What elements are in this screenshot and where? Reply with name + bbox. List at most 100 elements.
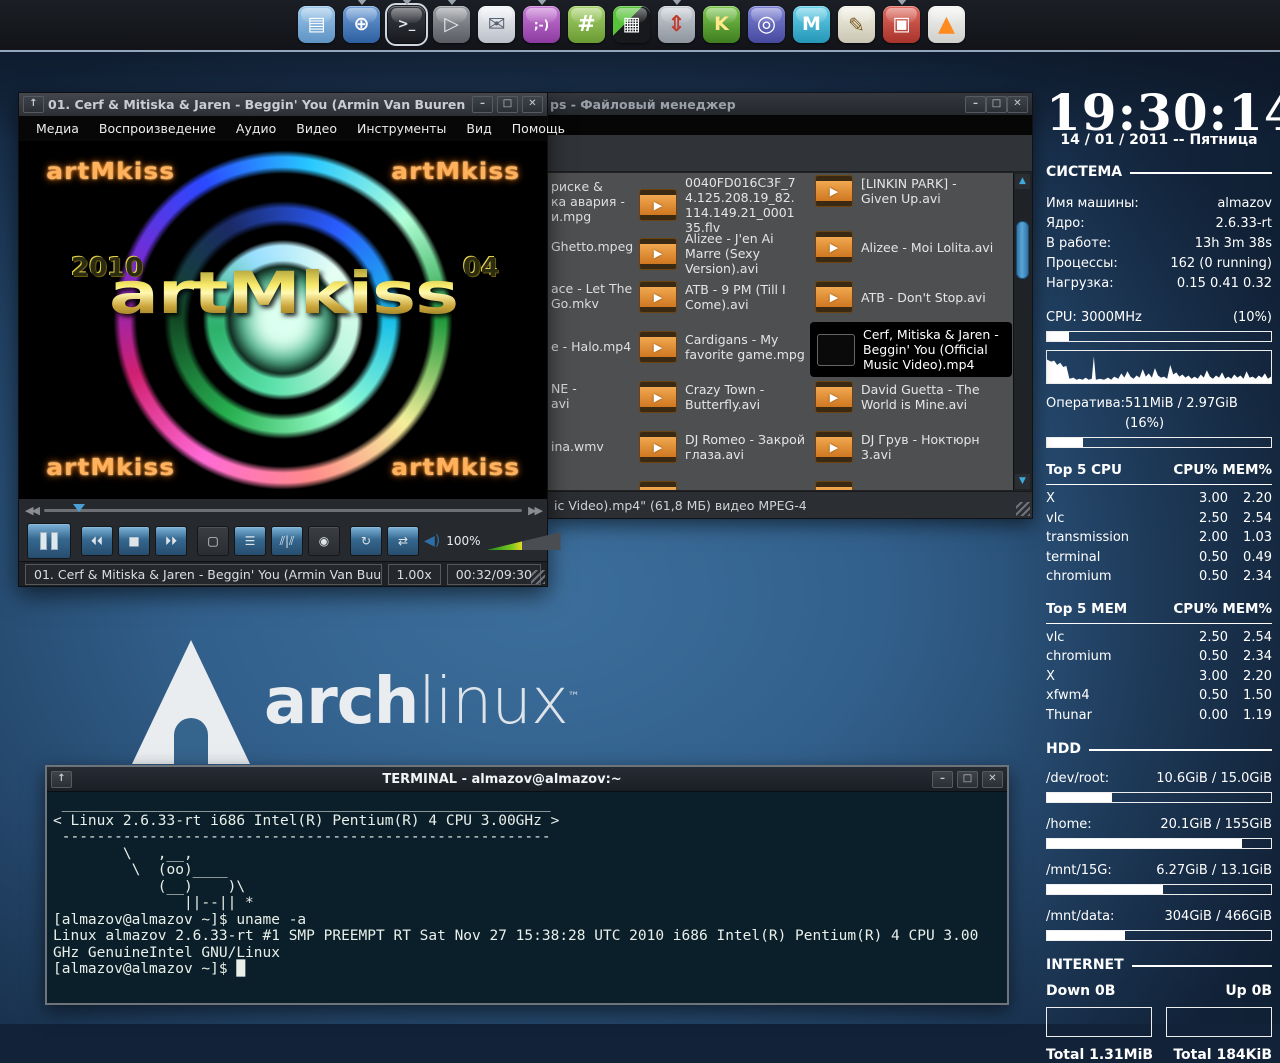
terminal-titlebar[interactable]: ↑ TERMINAL - almazov@almazov:~ – □ ✕	[47, 767, 1007, 792]
next-button[interactable]: ⏵⏵	[155, 526, 187, 556]
dock-icon-network-places[interactable]: ⊕	[343, 6, 380, 43]
dock-icon-terminal[interactable]: >_	[388, 6, 425, 43]
file-item[interactable]: [LINKIN PARK] - Given Up.avi	[815, 175, 993, 207]
file-item-fragment[interactable]: ace - Let The Go.mkv	[551, 281, 632, 311]
previous-button[interactable]: ⏴⏴	[81, 526, 113, 556]
menu-media[interactable]: Медиа	[27, 121, 88, 136]
vlc-titlebar[interactable]: ↑ 01. Cerf & Mitiska & Jaren - Beggin' Y…	[19, 93, 547, 116]
pause-button[interactable]	[27, 523, 71, 559]
file-item[interactable]: DJ Грув - Ноктюрн 3.avi	[815, 431, 1001, 463]
maximize-button[interactable]: □	[497, 96, 518, 113]
file-item[interactable]	[639, 481, 809, 491]
file-item[interactable]: ATB - 9 PM (Till I Come).avi	[639, 281, 809, 313]
dock-icon-package-manager[interactable]: ▣	[883, 6, 920, 43]
minimize-button[interactable]: –	[472, 96, 493, 113]
file-manager-titlebar[interactable]: ps - Файловый менеджер – □ ✕	[546, 93, 1032, 115]
loop-icon: ↻	[361, 534, 371, 548]
scrollbar[interactable]: ▲ ▼	[1013, 173, 1031, 490]
dock-icon-system-monitor[interactable]: M	[793, 6, 830, 43]
scroll-up-icon[interactable]: ▲	[1015, 174, 1030, 189]
seek-thumb[interactable]	[73, 504, 85, 518]
dock-icon-irc[interactable]: #	[568, 6, 605, 43]
art-center-title: 2010 04 artMkiss	[53, 259, 513, 327]
file-item-fragment[interactable]: NE - avi	[551, 381, 577, 411]
statusbar-text: ic Video).mp4" (61,8 МБ) видео MPEG-4	[554, 498, 807, 513]
dock-icon-notes[interactable]: ✎	[838, 6, 875, 43]
file-item[interactable]: David Guetta - The World is Mine.avi	[815, 381, 1001, 413]
seek-back-icon[interactable]: ◀◀	[25, 504, 38, 517]
resize-grip[interactable]	[531, 570, 545, 584]
vlc-menubar: Медиа Воспроизведение Аудио Видео Инстру…	[19, 116, 547, 141]
menu-tools[interactable]: Инструменты	[348, 121, 455, 136]
terminal-screen[interactable]: ________________________________________…	[47, 792, 1007, 982]
speaker-icon[interactable]: ◀)	[424, 533, 440, 549]
dock-icon-messenger[interactable]: ;-)	[523, 6, 560, 43]
maximize-button[interactable]: □	[986, 96, 1007, 113]
terminal-text: ________________________________________…	[53, 796, 1001, 978]
shade-button[interactable]: ↑	[51, 771, 72, 788]
volume-slider[interactable]	[487, 532, 561, 550]
close-button[interactable]: ✕	[982, 771, 1003, 788]
minimize-button[interactable]: –	[932, 771, 953, 788]
stop-button[interactable]: ■	[118, 526, 150, 556]
video-file-icon	[639, 431, 677, 463]
file-item-fragment[interactable]: e - Halo.mp4	[551, 339, 631, 354]
shuffle-button[interactable]: ⇄	[387, 526, 419, 556]
playlist-button[interactable]: ☰	[234, 526, 266, 556]
file-item[interactable]: DJ Romeo - Закрой глаза.avi	[639, 431, 809, 463]
fullscreen-button[interactable]: ▢	[197, 526, 229, 556]
file-item[interactable]: 0040FD016C3F_74.125.208.19_82.114.149.21…	[639, 175, 801, 235]
folder-icon: ▤	[308, 15, 326, 34]
dock-icon-vlc[interactable]: ▲	[928, 6, 965, 43]
file-item[interactable]: Alizee - J'en Ai Marre (Sexy Version).av…	[639, 231, 809, 276]
file-item[interactable]: Crazy Town - Butterfly.avi	[639, 381, 809, 413]
seek-slider[interactable]	[44, 509, 522, 512]
dock-icon-media-player[interactable]: ▷	[433, 6, 470, 43]
file-list[interactable]: риске & ка авария - и.mpg Ghetto.mpeg ac…	[546, 172, 1032, 491]
scrollbar-thumb[interactable]	[1016, 221, 1029, 279]
file-item-fragment[interactable]: ina.wmv	[551, 439, 604, 454]
video-display[interactable]: artMkiss artMkiss artMkiss artMkiss 2010…	[19, 141, 547, 499]
dock-icon-web-browser[interactable]: ◎	[748, 6, 785, 43]
dock-icon-mail[interactable]: ✉	[478, 6, 515, 43]
maximize-button[interactable]: □	[957, 771, 978, 788]
desktop-wallpaper: ▤ ⊕ >_ ▷ ✉ ;-) # ▦ ⇕ K ◎ M ✎ ▣ ▲ archlin…	[0, 0, 1280, 1024]
file-item-selected[interactable]: Cerf, Mitiska & Jaren - Beggin' You (Off…	[811, 323, 1011, 376]
dock-icon-window-resize[interactable]: ⇕	[658, 6, 695, 43]
sys-row: Ядро:2.6.33-rt	[1046, 214, 1272, 234]
loop-button[interactable]: ↻	[350, 526, 382, 556]
file-item[interactable]: ATB - Don't Stop.avi	[815, 281, 1001, 313]
hdd-mnt15g: /mnt/15G:6.27GiB / 13.1GiB	[1046, 861, 1272, 895]
resize-grip[interactable]	[1016, 502, 1030, 516]
menu-playback[interactable]: Воспроизведение	[90, 121, 225, 136]
dock-icon-file-manager[interactable]: ▤	[298, 6, 335, 43]
menu-view[interactable]: Вид	[457, 121, 500, 136]
equalizer-button[interactable]: ⫽|⫽	[271, 526, 303, 556]
hdd-mntdata: /mnt/data:304GiB / 466GiB	[1046, 907, 1272, 941]
close-button[interactable]: ✕	[522, 96, 543, 113]
menu-help[interactable]: Помощь	[503, 121, 574, 136]
time-display[interactable]: 00:32/09:30	[447, 564, 541, 585]
file-item[interactable]: Alizee - Moi Lolita.avi	[815, 231, 1001, 263]
art-corner-label: artMkiss	[46, 455, 175, 481]
download-graph	[1046, 1007, 1152, 1037]
dock-icon-keyring[interactable]: K	[703, 6, 740, 43]
scroll-down-icon[interactable]: ▼	[1015, 474, 1030, 489]
minimize-button[interactable]: –	[965, 96, 986, 113]
menu-video[interactable]: Видео	[287, 121, 346, 136]
menu-audio[interactable]: Аудио	[227, 121, 285, 136]
top-panel: ▤ ⊕ >_ ▷ ✉ ;-) # ▦ ⇕ K ◎ M ✎ ▣ ▲	[0, 0, 1280, 52]
dock-icon-partition-editor[interactable]: ▦	[613, 6, 650, 43]
snapshot-button[interactable]: ◉	[308, 526, 340, 556]
file-item[interactable]	[815, 481, 1001, 491]
file-item-fragment[interactable]: риске & ка авария - и.mpg	[551, 179, 625, 224]
file-item-fragment[interactable]: Ghetto.mpeg	[551, 239, 633, 254]
shade-button[interactable]: ↑	[23, 96, 44, 113]
playback-rate[interactable]: 1.00x	[388, 564, 441, 585]
pencil-icon: ✎	[848, 15, 865, 35]
waveform-icon: M	[802, 15, 821, 34]
video-file-icon	[639, 189, 677, 221]
seek-forward-icon[interactable]: ▶▶	[528, 504, 541, 517]
file-item[interactable]: Cardigans - My favorite game.mpg	[639, 331, 809, 363]
close-button[interactable]: ✕	[1007, 96, 1028, 113]
